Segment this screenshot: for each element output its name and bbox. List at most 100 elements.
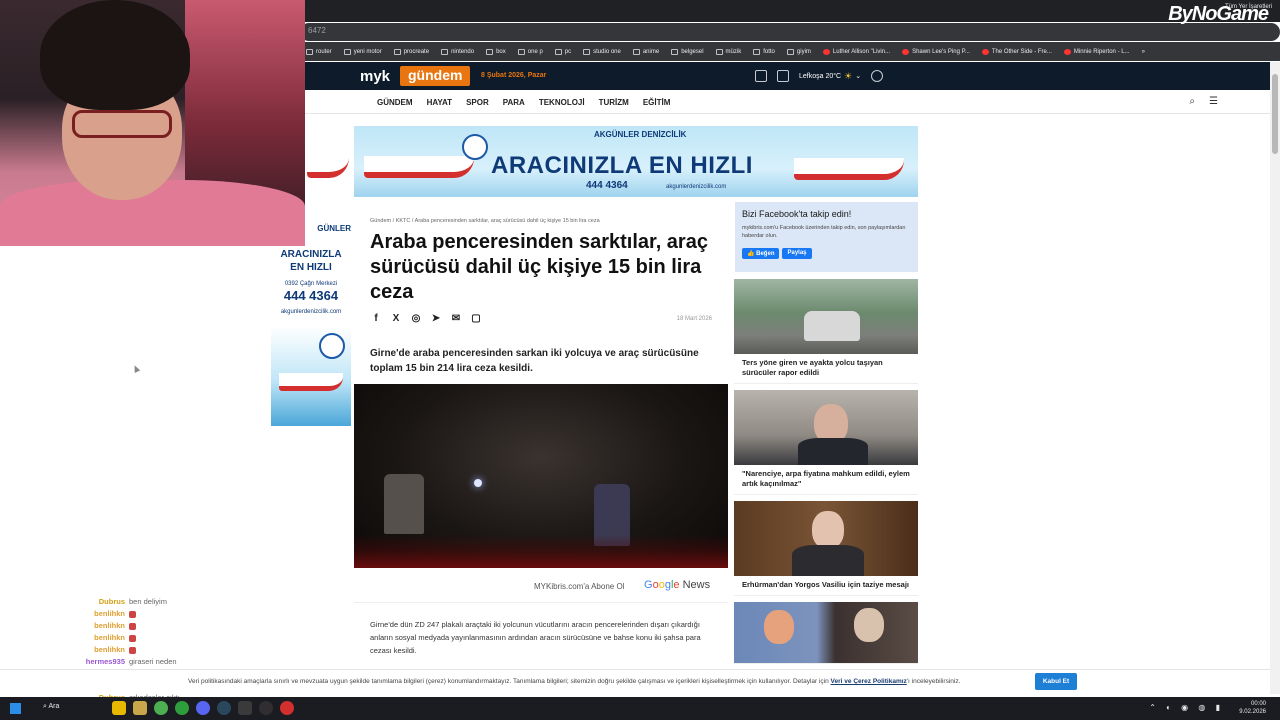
site-logo-myk[interactable]: myk xyxy=(360,68,390,85)
system-tray[interactable]: ⌃ ◐ ◉ ◍ ▮ xyxy=(1149,703,1224,712)
cookie-policy-link[interactable]: Veri ve Çerez Politikamız xyxy=(831,678,907,685)
chat-username: benlihkn xyxy=(94,621,125,630)
map-icon[interactable] xyxy=(755,70,767,82)
weather-widget[interactable]: Lefkoşa 20°C ☀ ⌄ xyxy=(799,71,861,82)
person-shape xyxy=(812,511,844,549)
bookmark-item[interactable]: nintendo xyxy=(441,48,474,55)
bookmark-item[interactable]: The Other Side - Fre... xyxy=(981,48,1052,55)
app-icon[interactable] xyxy=(238,701,252,715)
breadcrumb-item[interactable]: KKTC xyxy=(396,218,411,224)
bookmark-item[interactable]: pc xyxy=(554,48,571,55)
user-icon[interactable] xyxy=(871,70,884,82)
article: Gündem / KKTC / Araba penceresinden sark… xyxy=(354,202,728,672)
article-video[interactable] xyxy=(354,384,728,568)
news-card[interactable] xyxy=(734,602,918,664)
bookmark-item[interactable]: anime xyxy=(632,48,659,55)
bookmark-item[interactable]: Minnie Riperton - L... xyxy=(1063,48,1130,55)
bookmark-item[interactable]: router xyxy=(306,48,332,55)
bookmark-item[interactable]: one p xyxy=(517,48,543,55)
nav-item[interactable]: EĞİTİM xyxy=(643,98,671,107)
chat-text: ben deliyim xyxy=(129,597,167,606)
windows-start-icon[interactable] xyxy=(10,703,21,714)
nav-item[interactable]: TEKNOLOJİ xyxy=(539,98,585,107)
bookmarks-overflow-button[interactable]: » xyxy=(1142,49,1145,55)
taskbar-search[interactable]: ⌕ Ara xyxy=(43,703,59,711)
nav-item[interactable]: SPOR xyxy=(466,98,489,107)
cookie-message: Veri politikasındaki amaçlarla sınırlı v… xyxy=(188,678,829,685)
webcam-glasses xyxy=(72,110,172,138)
emote-icon xyxy=(129,634,136,642)
facebook-icon[interactable]: f xyxy=(370,313,382,325)
file-explorer-icon[interactable] xyxy=(112,701,126,715)
news-card[interactable]: Ters yöne giren ve ayakta yolcu taşıyan … xyxy=(734,279,918,384)
bookmark-item[interactable]: Shawn Lee's Ping P... xyxy=(902,48,970,55)
bookmark-item[interactable]: yeni motor xyxy=(343,48,382,55)
chat-text xyxy=(129,620,136,632)
address-text: 6472 xyxy=(308,26,326,35)
bookmark-label: yeni motor xyxy=(353,48,382,55)
all-bookmarks-button[interactable]: Tüm Yer İşaretleri xyxy=(1225,4,1272,10)
bookmark-item[interactable]: belgesel xyxy=(671,48,704,55)
bookmark-item[interactable]: müzik xyxy=(715,48,741,55)
taskbar: ⌕ Ara ⌃ ◐ ◉ ◍ ▮ 00:00 9.02.2026 xyxy=(0,697,1280,720)
chat-username: Dubrus xyxy=(98,597,125,606)
side-ad[interactable]: ARACINIZLA EN HIZLI 0392 Çağrı Merkezi 4… xyxy=(271,245,351,426)
comment-icon[interactable]: ▢ xyxy=(470,313,482,325)
fb-like-button[interactable]: 👍 Beğen xyxy=(742,248,780,259)
building-icon[interactable] xyxy=(777,70,789,82)
bookmark-item[interactable]: procreate xyxy=(393,48,429,55)
cookie-accept-button[interactable]: Kabul Et xyxy=(1035,673,1077,690)
car-shape xyxy=(804,311,860,341)
news-card[interactable]: "Narenciye, arpa fiyatına mahkum edildi,… xyxy=(734,390,918,495)
taskbar-clock[interactable]: 00:00 9.02.2026 xyxy=(1239,700,1266,716)
bookmark-item[interactable]: box xyxy=(486,48,506,55)
side-ad-phone: 444 4364 xyxy=(283,288,339,303)
banner-ad[interactable]: AKGÜNLER DENİZCİLİK ARACINIZLA EN HIZLI … xyxy=(354,126,918,197)
news-card-image xyxy=(734,602,918,663)
site-logo-gundem[interactable]: gündem xyxy=(400,66,471,86)
chrome-icon[interactable] xyxy=(154,701,168,715)
folder-icon xyxy=(554,48,562,55)
address-bar[interactable]: 6472 xyxy=(300,23,1280,41)
app-icon[interactable] xyxy=(133,701,147,715)
obs-icon[interactable] xyxy=(259,701,273,715)
mail-icon[interactable]: ✉ xyxy=(450,313,462,325)
nav-item[interactable]: PARA xyxy=(503,98,525,107)
main-nav: GÜNDEM HAYAT SPOR PARA TEKNOLOJİ TURİZM EĞİTİM… xyxy=(305,90,1270,114)
steam-icon[interactable] xyxy=(217,701,231,715)
menu-icon[interactable]: ☰ xyxy=(1209,96,1218,107)
discord-icon[interactable] xyxy=(196,701,210,715)
bookmark-label: box xyxy=(496,48,506,55)
news-card[interactable]: Erhürman'dan Yorgos Vasiliu için taziye … xyxy=(734,501,918,596)
bookmark-label: Luther Allison "Livin... xyxy=(832,48,891,55)
page-scrollbar[interactable] xyxy=(1270,62,1280,694)
nav-item[interactable]: TURİZM xyxy=(599,98,629,107)
weather-text: Lefkoşa 20°C xyxy=(799,72,842,80)
banner-ad-web: akgunlerdenizcilik.com xyxy=(666,184,727,190)
fb-share-button[interactable]: Paylaş xyxy=(782,248,812,259)
side-ad-web: akgunlerdenizcilik.com xyxy=(280,309,342,315)
scroll-thumb[interactable] xyxy=(1272,74,1278,154)
record-icon[interactable] xyxy=(280,701,294,715)
nav-item[interactable]: HAYAT xyxy=(427,98,453,107)
bookmark-label: fotto xyxy=(763,48,775,55)
bookmark-item[interactable]: giyim xyxy=(786,48,811,55)
chat-text xyxy=(129,644,136,656)
telegram-icon[interactable]: ➤ xyxy=(430,313,442,325)
search-icon[interactable]: ⌕ xyxy=(1189,96,1195,107)
emote-icon xyxy=(129,622,136,630)
mouse-cursor xyxy=(131,364,141,373)
bookmark-item[interactable]: fotto xyxy=(753,48,775,55)
whatsapp-icon[interactable]: ◎ xyxy=(410,313,422,325)
banner-ad-brand: AKGÜNLER DENİZCİLİK xyxy=(594,130,687,139)
video-figure xyxy=(384,474,424,534)
breadcrumb-item[interactable]: Gündem xyxy=(370,218,391,224)
google-news-button[interactable]: Google News xyxy=(644,579,710,591)
nav-item[interactable]: GÜNDEM xyxy=(377,98,413,107)
bookmark-item[interactable]: studio one xyxy=(583,48,621,55)
side-ad-brand: GÜNLER xyxy=(317,224,351,233)
folder-icon xyxy=(583,48,591,55)
x-icon[interactable]: X xyxy=(390,313,402,325)
bookmark-item[interactable]: Luther Allison "Livin... xyxy=(822,48,891,55)
xbox-icon[interactable] xyxy=(175,701,189,715)
